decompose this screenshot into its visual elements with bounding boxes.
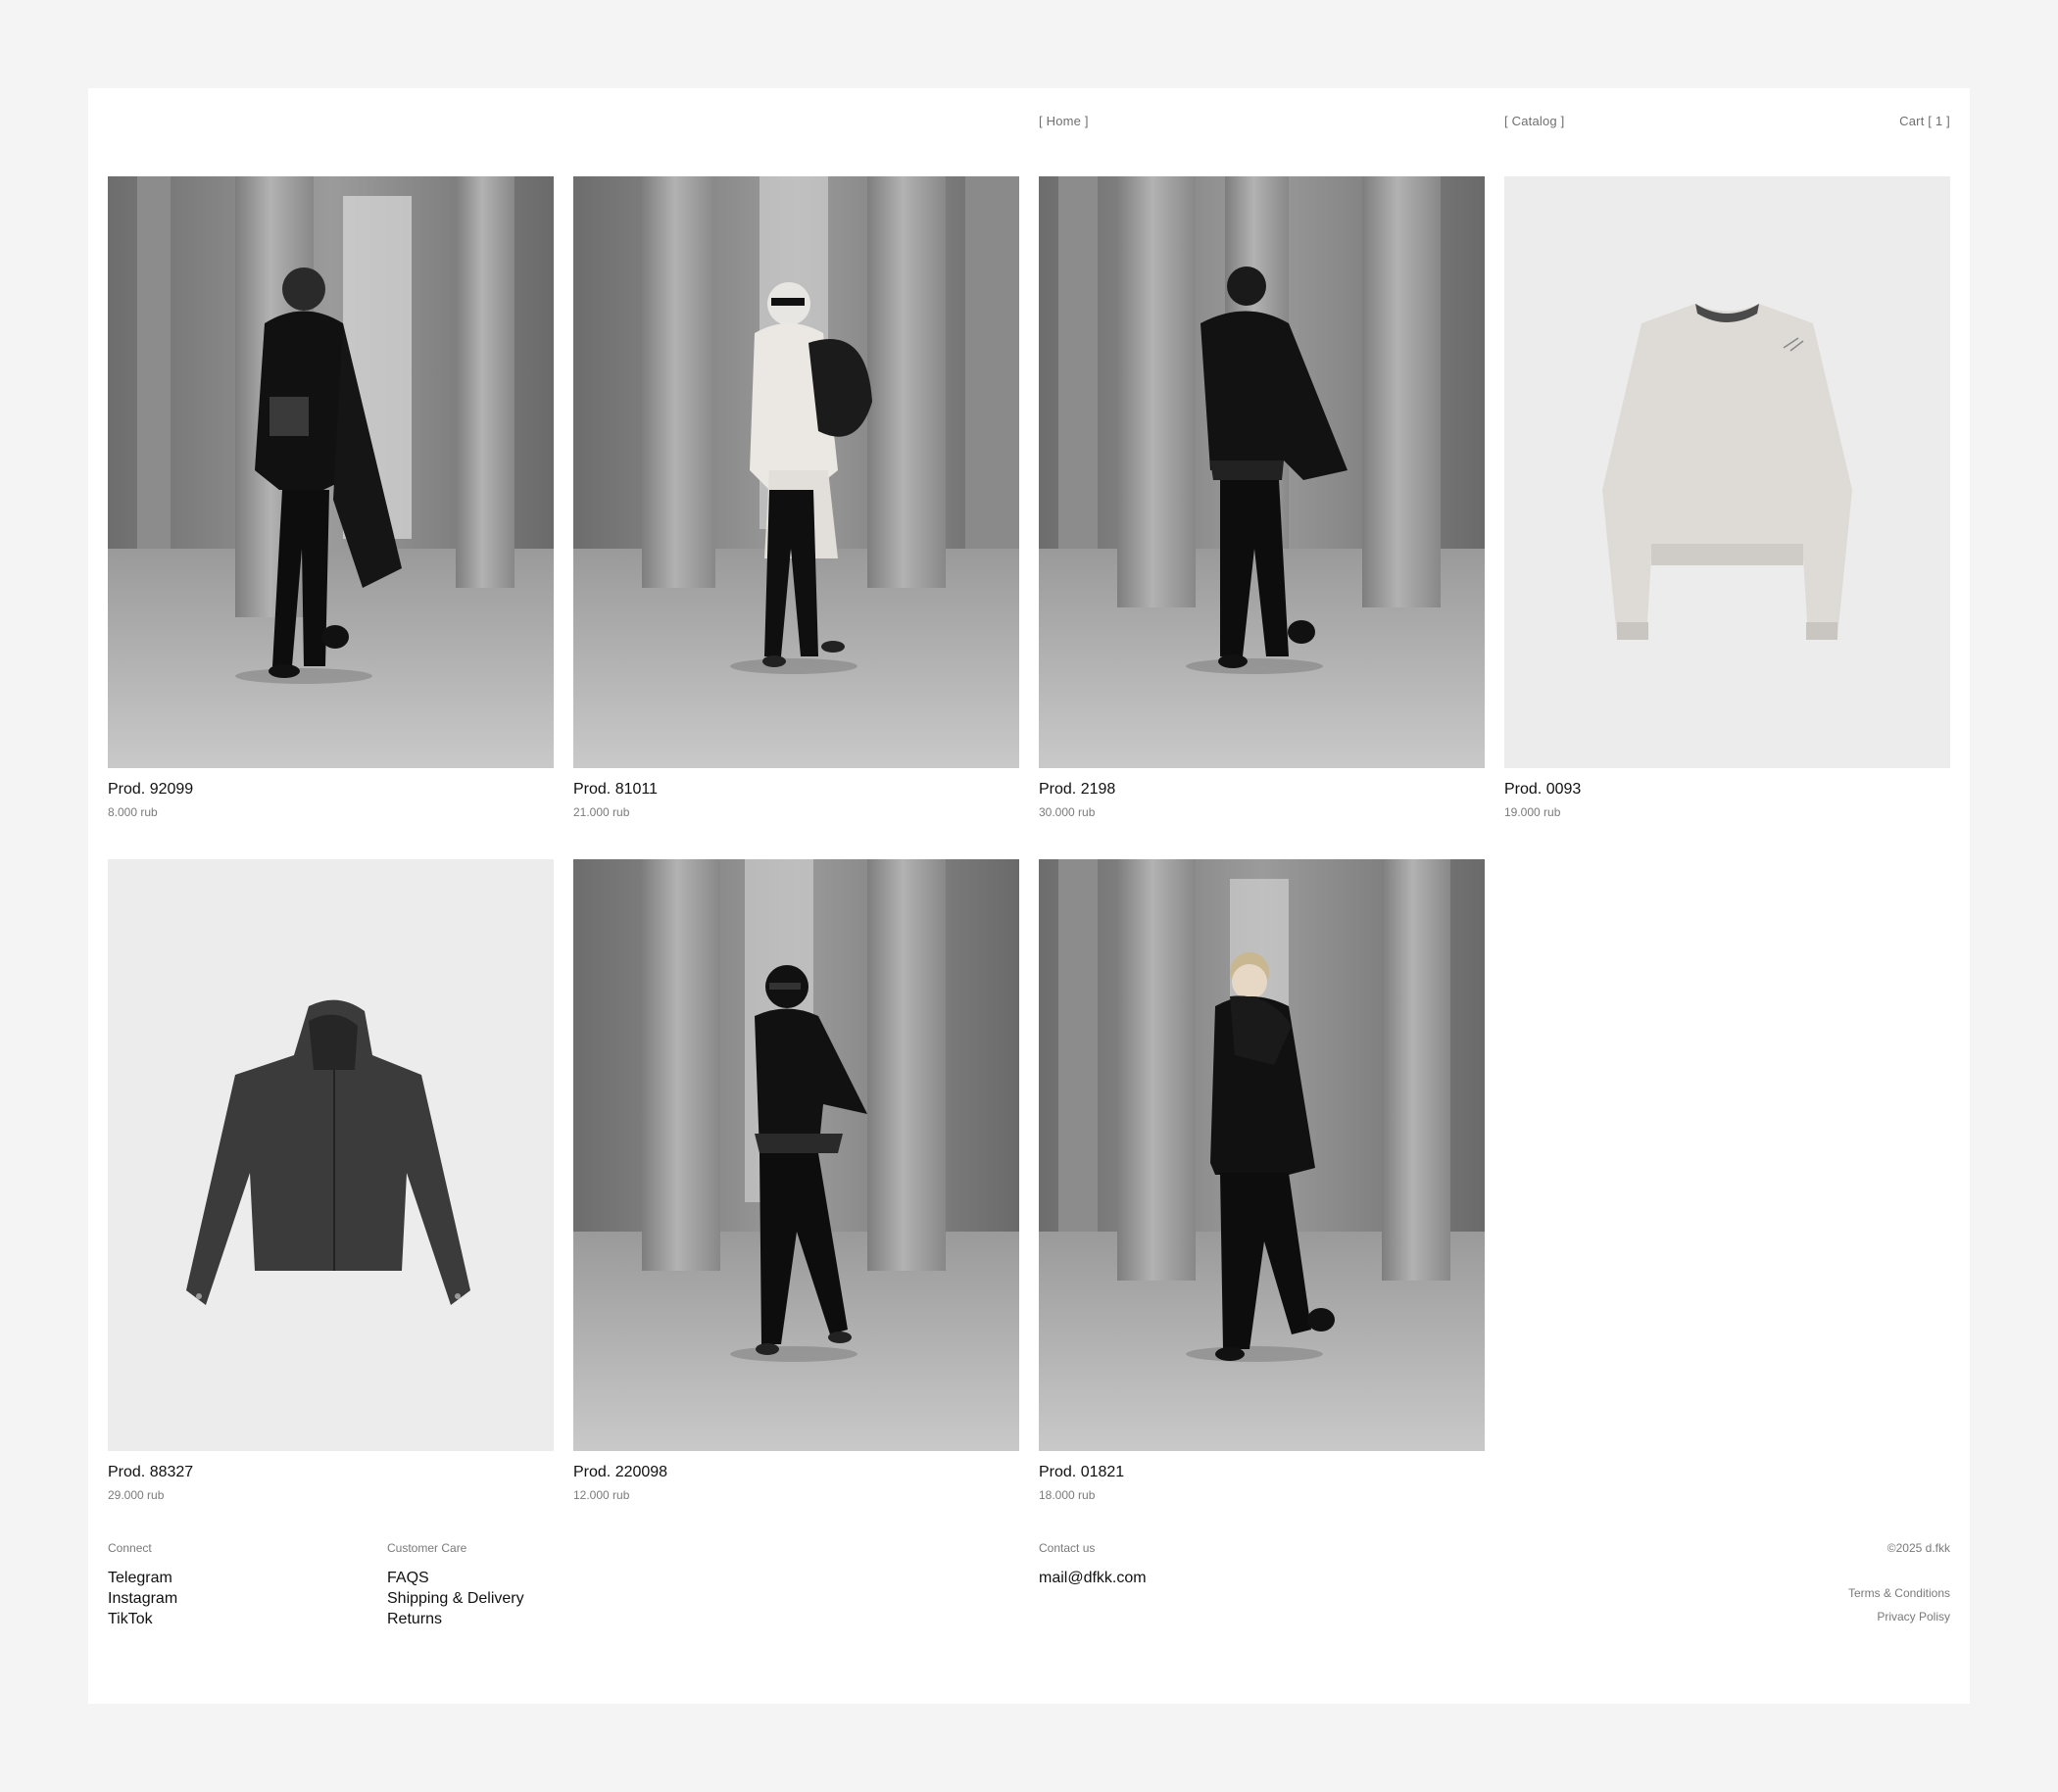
product-card[interactable]: Prod. 0093 19.000 rub xyxy=(1504,176,1950,820)
product-photo[interactable] xyxy=(108,859,554,1451)
product-card[interactable]: Prod. 81011 21.000 rub xyxy=(573,176,1019,820)
product-card[interactable]: Prod. 2198 30.000 rub xyxy=(1039,176,1485,820)
email-link[interactable]: mail@dfkk.com xyxy=(1039,1568,1147,1588)
runway-photo-image xyxy=(1039,176,1485,768)
product-price: 21.000 rub xyxy=(573,805,630,819)
product-card[interactable]: Prod. 88327 29.000 rub xyxy=(108,859,554,1503)
page-frame: [ Home ] [ Catalog ] Cart [ 1 ] Prod. 92… xyxy=(88,88,1970,1704)
instagram-link[interactable]: Instagram xyxy=(108,1588,177,1609)
runway-photo-image xyxy=(1039,859,1485,1451)
product-price: 30.000 rub xyxy=(1039,805,1096,819)
product-title[interactable]: Prod. 0093 xyxy=(1504,780,1950,799)
product-title[interactable]: Prod. 2198 xyxy=(1039,780,1485,799)
product-title[interactable]: Prod. 220098 xyxy=(573,1463,1019,1482)
product-price: 12.000 rub xyxy=(573,1488,630,1502)
product-price: 8.000 rub xyxy=(108,805,158,819)
footer-contact-heading: Contact us xyxy=(1039,1541,1096,1555)
product-title[interactable]: Prod. 92099 xyxy=(108,780,554,799)
footer-connect-heading: Connect xyxy=(108,1541,152,1555)
sweatshirt-product-image xyxy=(1504,176,1950,768)
footer-customer-care: Customer Care FAQS Shipping & Delivery R… xyxy=(387,1540,524,1629)
runway-photo-image xyxy=(573,176,1019,768)
product-title[interactable]: Prod. 88327 xyxy=(108,1463,554,1482)
product-photo[interactable] xyxy=(573,859,1019,1451)
product-title[interactable]: Prod. 81011 xyxy=(573,780,1019,799)
product-title[interactable]: Prod. 01821 xyxy=(1039,1463,1485,1482)
product-photo[interactable] xyxy=(1039,176,1485,768)
product-card[interactable]: Prod. 01821 18.000 rub xyxy=(1039,859,1485,1503)
jacket-product-image xyxy=(108,859,554,1451)
product-photo[interactable] xyxy=(573,176,1019,768)
product-card[interactable]: Prod. 92099 8.000 rub xyxy=(108,176,554,820)
shipping-delivery-link[interactable]: Shipping & Delivery xyxy=(387,1588,524,1609)
copyright-text: ©2025 d.fkk xyxy=(1886,1541,1950,1555)
faqs-link[interactable]: FAQS xyxy=(387,1568,524,1588)
footer-customer-care-heading: Customer Care xyxy=(387,1541,467,1555)
product-card[interactable]: Prod. 220098 12.000 rub xyxy=(573,859,1019,1503)
terms-link[interactable]: Terms & Conditions xyxy=(1848,1585,1950,1601)
product-photo[interactable] xyxy=(1504,176,1950,768)
product-price: 19.000 rub xyxy=(1504,805,1561,819)
runway-photo-image xyxy=(108,176,554,768)
footer-legal: ©2025 d.fkk Terms & Conditions Privacy P… xyxy=(1848,1540,1950,1624)
product-price: 29.000 rub xyxy=(108,1488,165,1502)
runway-photo-image xyxy=(573,859,1019,1451)
nav-cart-link[interactable]: Cart [ 1 ] xyxy=(1899,114,1950,128)
product-photo[interactable] xyxy=(1039,859,1485,1451)
product-photo[interactable] xyxy=(108,176,554,768)
telegram-link[interactable]: Telegram xyxy=(108,1568,177,1588)
tiktok-link[interactable]: TikTok xyxy=(108,1609,177,1629)
footer-contact: Contact us mail@dfkk.com xyxy=(1039,1540,1147,1588)
footer-connect: Connect Telegram Instagram TikTok xyxy=(108,1540,177,1629)
returns-link[interactable]: Returns xyxy=(387,1609,524,1629)
product-price: 18.000 rub xyxy=(1039,1488,1096,1502)
nav-home-link[interactable]: [ Home ] xyxy=(1039,114,1089,128)
nav-catalog-link[interactable]: [ Catalog ] xyxy=(1504,114,1564,128)
privacy-link[interactable]: Privacy Polisy xyxy=(1848,1609,1950,1624)
